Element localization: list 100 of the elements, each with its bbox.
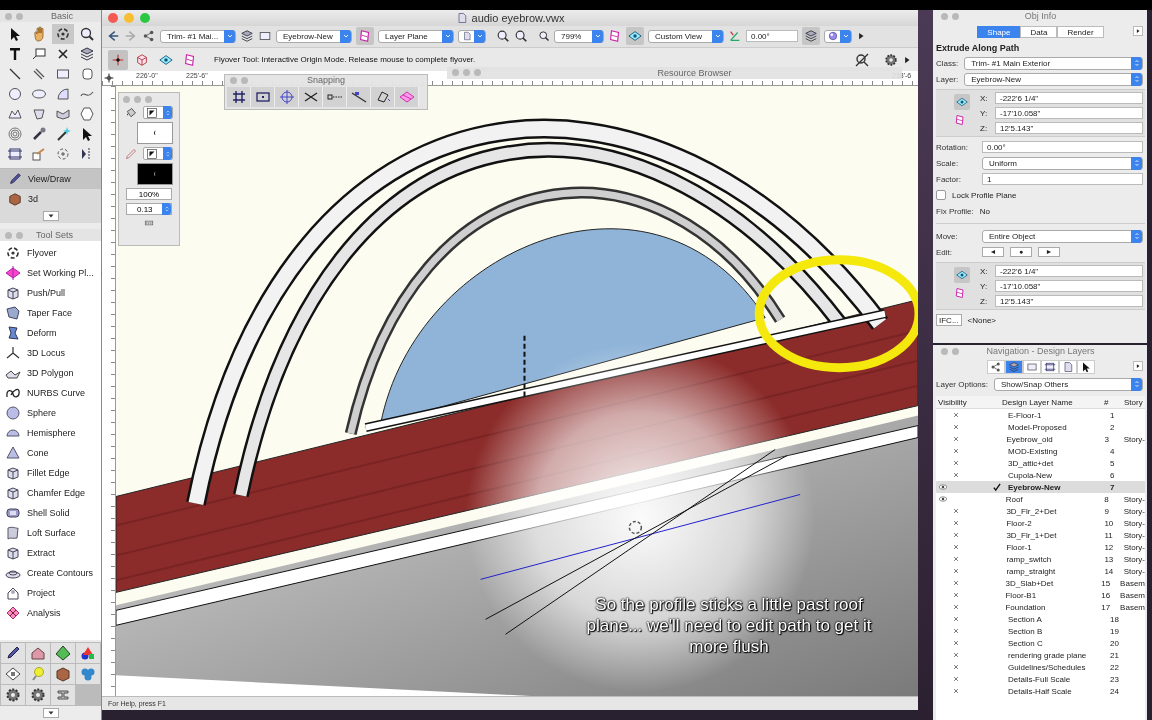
layer-row[interactable]: Details-Half Scale 24 — [936, 685, 1145, 697]
layer-row[interactable]: Section C 20 — [936, 637, 1145, 649]
layer-number: 12 — [1104, 542, 1115, 552]
scale-select[interactable]: Uniform — [982, 156, 1143, 170]
column-header[interactable]: Visibility — [936, 397, 1002, 407]
layer-row[interactable]: Eyebrow-New 7 — [936, 481, 1145, 493]
ifc-button[interactable]: IFC... — [936, 314, 962, 326]
tool-item[interactable]: Set Working Pl... — [0, 263, 101, 284]
layer-number: 3 — [1104, 434, 1110, 444]
view-select[interactable]: Custom View — [648, 29, 724, 43]
tool-item[interactable]: NURBS Curve — [0, 383, 101, 404]
tab[interactable]: Shape — [977, 26, 1021, 38]
tool-item[interactable]: Push/Pull — [0, 283, 101, 304]
tool-item[interactable]: Flyover — [0, 243, 101, 264]
tool-item[interactable]: Chamfer Edge — [0, 483, 101, 504]
layer-row[interactable]: Model-Proposed 2 — [936, 421, 1145, 433]
column-header[interactable]: # — [1104, 397, 1124, 407]
layer-name: rendering grade plane — [1008, 650, 1088, 660]
fix-profile-value: No — [979, 206, 991, 216]
tool-item[interactable]: Shell Solid — [0, 503, 101, 524]
layer-name: ramp_switch — [1006, 554, 1053, 564]
layer-name: 3D_attic+det — [1008, 458, 1055, 468]
factor-field[interactable]: 1 — [982, 173, 1143, 185]
layer-name: 3D_Slab+Det — [1005, 578, 1055, 588]
field-label: Rotation: — [936, 142, 970, 152]
coordinate-field[interactable]: -17'10.058" — [995, 280, 1143, 292]
layer-row[interactable]: Section B 19 — [936, 625, 1145, 637]
field-label: Factor: — [936, 174, 962, 184]
zoom-select[interactable]: 799% — [554, 29, 604, 43]
field-label: Scale: — [936, 158, 960, 168]
layer-row[interactable]: 3D_Slab+Det 15 Basem — [936, 577, 1145, 589]
tool-item[interactable]: Loft Surface — [0, 523, 101, 544]
layer-select[interactable]: Eyebrow-New — [276, 29, 352, 43]
tool-item[interactable]: Taper Face — [0, 303, 101, 324]
tool-item[interactable]: Project — [0, 583, 101, 604]
workspace-item[interactable]: View/Draw — [0, 169, 101, 190]
layer-row[interactable]: 3D_Flr_1+Det 11 Story- — [936, 529, 1145, 541]
angle-field[interactable]: 0.00° — [746, 30, 798, 43]
mode-message: Flyover Tool: Interactive Origin Mode. Release mouse to complete flyover. — [214, 55, 477, 64]
move-select[interactable]: Entire Object — [982, 229, 1143, 243]
layer-row[interactable]: 3D_attic+det 5 — [936, 457, 1145, 469]
layer-row[interactable]: Floor-B1 16 Basem — [936, 589, 1145, 601]
layer-row[interactable]: ramp_straight 14 Story- — [936, 565, 1145, 577]
layer-number: 2 — [1110, 422, 1116, 432]
layer-number: 14 — [1104, 566, 1115, 576]
workspace-item[interactable]: 3d — [0, 189, 101, 210]
layer-row[interactable]: ramp_switch 13 Story- — [936, 553, 1145, 565]
tool-item[interactable]: Cone — [0, 443, 101, 464]
layer-options-select[interactable]: Show/Snap Others — [994, 377, 1143, 391]
tab[interactable]: Render — [1057, 26, 1104, 38]
layer-number: 1 — [1110, 410, 1116, 420]
line-weight-select[interactable]: 0.13 — [126, 203, 172, 216]
tool-item[interactable]: Hemisphere — [0, 423, 101, 444]
column-header[interactable]: Design Layer Name — [1002, 397, 1104, 407]
tool-item[interactable]: Create Contours — [0, 563, 101, 584]
column-header[interactable]: Story — [1124, 397, 1143, 407]
layer-row[interactable]: Floor-1 12 Story- — [936, 541, 1145, 553]
coordinate-field[interactable]: 12'5.143" — [995, 122, 1143, 134]
layer-number: 18 — [1110, 614, 1120, 624]
layer-row[interactable]: Roof 8 Story- — [936, 493, 1145, 505]
tool-item[interactable]: Extract — [0, 543, 101, 564]
layer-story: Story- — [1123, 506, 1145, 516]
field-label: Class: — [936, 58, 959, 68]
layer-row[interactable]: Cupola-New 6 — [936, 469, 1145, 481]
plane-select[interactable]: Layer Plane — [378, 29, 454, 43]
coordinate-field[interactable]: -222'6 1/4" — [995, 265, 1143, 277]
layer-row[interactable]: Guidelines/Schedules 22 — [936, 661, 1145, 673]
layer-row[interactable]: Foundation 17 Basem — [936, 601, 1145, 613]
coordinate-field[interactable]: -222'6 1/4" — [995, 92, 1143, 104]
layer-row[interactable]: Floor-2 10 Story- — [936, 517, 1145, 529]
layer-number: 24 — [1110, 686, 1120, 696]
tool-item[interactable]: Analysis — [0, 603, 101, 624]
layer-story: Story- — [1123, 554, 1145, 564]
layer-name: Floor-B1 — [1005, 590, 1038, 600]
tool-item[interactable]: Fillet Edge — [0, 463, 101, 484]
tool-item[interactable]: 3D Locus — [0, 343, 101, 364]
layer-row[interactable]: Eyebrow_old 3 Story- — [936, 433, 1145, 445]
layer-name: Foundation — [1005, 602, 1047, 612]
class-select[interactable]: Trim- #1 Main Exterior — [964, 56, 1143, 70]
layer-row[interactable]: MOD-Existing 4 — [936, 445, 1145, 457]
layer-select[interactable]: Eyebrow-New — [964, 72, 1143, 86]
layer-row[interactable]: 3D_Flr_2+Det 9 Story- — [936, 505, 1145, 517]
class-select[interactable]: Trim- #1 Mai... — [160, 29, 236, 43]
layer-row[interactable]: rendering grade plane 21 — [936, 649, 1145, 661]
opacity-field[interactable]: 100% — [126, 188, 172, 201]
layer-row[interactable]: Section A 18 — [936, 613, 1145, 625]
layer-name: ramp_straight — [1006, 566, 1057, 576]
tool-item[interactable]: Sphere — [0, 403, 101, 424]
layer-story: Basem — [1120, 578, 1145, 588]
video-caption: So the profile sticks a little past roof plane... we'll need to edit path to get it more flush — [585, 594, 873, 658]
coordinate-field[interactable]: 12'5.143" — [995, 295, 1143, 307]
tab[interactable]: Data — [1020, 26, 1058, 38]
coordinate-field[interactable]: -17'10.058" — [995, 107, 1143, 119]
layer-row[interactable]: Details-Full Scale 23 — [936, 673, 1145, 685]
tool-item[interactable]: Deform — [0, 323, 101, 344]
rotation-field[interactable]: 0.00° — [982, 141, 1143, 153]
layer-number: 17 — [1101, 602, 1112, 612]
layer-row[interactable]: E-Floor-1 1 — [936, 409, 1145, 421]
axis-label: Z: — [980, 296, 989, 306]
tool-item[interactable]: 3D Polygon — [0, 363, 101, 384]
